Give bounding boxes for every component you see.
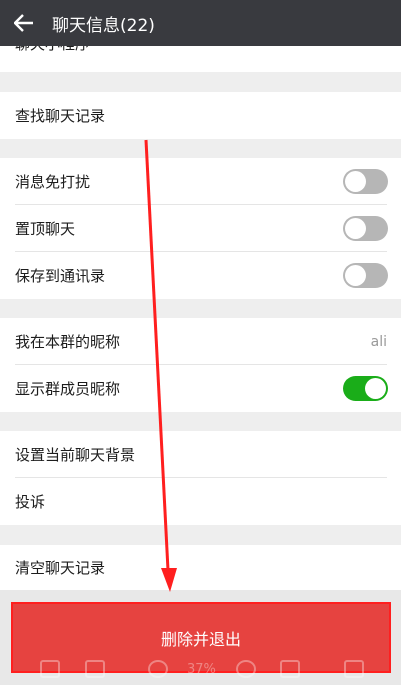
pin-row: 置顶聊天 [0,205,401,252]
pin-toggle[interactable] [343,216,388,241]
my-nickname-row[interactable]: 我在本群的昵称 ali [0,318,401,365]
toggle-knob [345,218,366,239]
clear-history-row[interactable]: 清空聊天记录 [0,545,401,590]
pin-label: 置顶聊天 [15,220,76,238]
save-contacts-label: 保存到通讯录 [15,267,106,285]
back-arrow-icon [14,14,33,32]
set-background-label: 设置当前聊天背景 [15,446,136,464]
search-history-row[interactable]: 查找聊天记录 [0,92,401,139]
top-bar: 聊天信息(22) [0,0,401,46]
save-contacts-row: 保存到通讯录 [0,252,401,299]
clear-history-label: 清空聊天记录 [15,559,106,577]
show-nicknames-toggle[interactable] [343,376,388,401]
show-nicknames-label: 显示群成员昵称 [15,380,121,398]
mute-label: 消息免打扰 [15,173,91,191]
group-background: 设置当前聊天背景 投诉 [0,431,401,525]
toggle-knob [365,378,386,399]
group-nickname: 我在本群的昵称 ali 显示群成员昵称 [0,318,401,412]
delete-and-exit-label: 删除并退出 [160,629,241,649]
page-title: 聊天信息(22) [52,15,155,36]
mute-row: 消息免打扰 [0,158,401,205]
mute-toggle[interactable] [343,169,388,194]
mini-programs-label: 聊天小程序 [15,46,90,54]
my-nickname-label: 我在本群的昵称 [15,333,121,351]
group-clear: 清空聊天记录 [0,545,401,590]
back-button[interactable] [0,0,48,46]
show-nicknames-row: 显示群成员昵称 [0,365,401,412]
save-contacts-toggle[interactable] [343,263,388,288]
delete-and-exit-button[interactable]: 删除并退出 [11,602,391,673]
group-search: 查找聊天记录 [0,92,401,139]
toggle-knob [345,265,366,286]
toggle-knob [345,171,366,192]
search-history-label: 查找聊天记录 [15,107,106,125]
my-nickname-value: ali [370,333,387,350]
complain-label: 投诉 [15,493,46,511]
mini-programs-row[interactable]: 聊天小程序 [0,46,401,67]
group-mini-programs: 聊天小程序 [0,46,401,72]
complain-row[interactable]: 投诉 [0,478,401,525]
set-background-row[interactable]: 设置当前聊天背景 [0,431,401,478]
group-settings: 消息免打扰 置顶聊天 保存到通讯录 [0,158,401,299]
